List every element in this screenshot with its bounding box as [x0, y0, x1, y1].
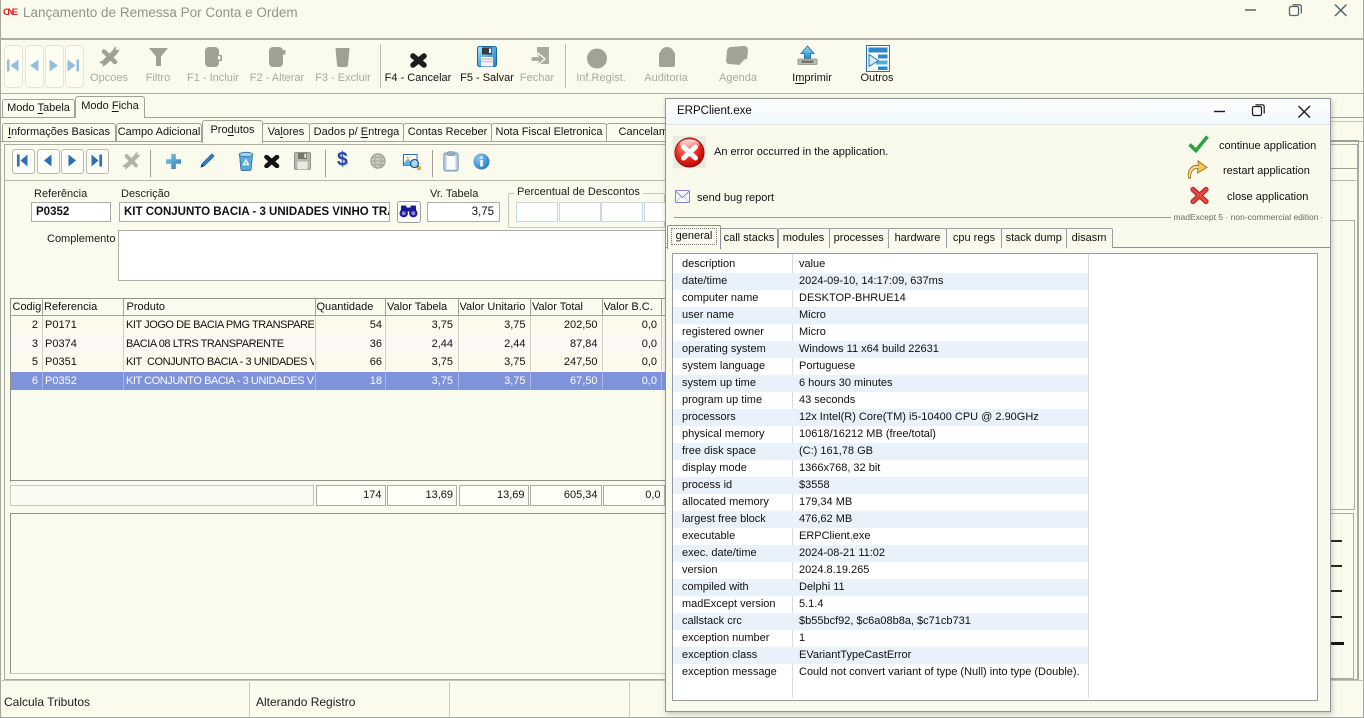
svg-text:CNE: CNE — [3, 7, 18, 17]
